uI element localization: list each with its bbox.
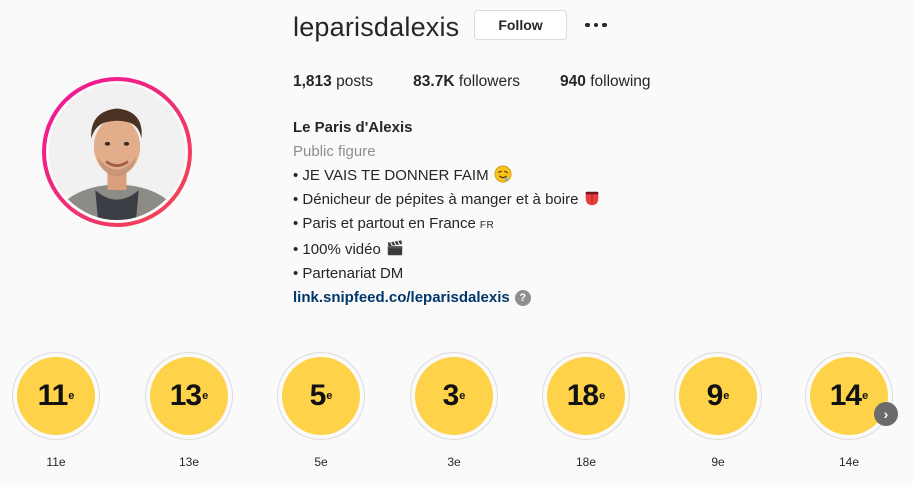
- highlight-item[interactable]: 3e 3e: [409, 352, 499, 469]
- highlight-number: 3: [442, 379, 460, 412]
- dot-icon: [602, 22, 607, 28]
- bio-line-text: • Dénicheur de pépites à manger et à boi…: [293, 191, 579, 208]
- highlight-ring: 11 e: [12, 352, 100, 440]
- highlight-suffix: e: [68, 390, 75, 402]
- highlight-suffix: e: [599, 390, 606, 402]
- france-flag-icon: FR: [479, 220, 495, 231]
- highlight-ring: 3e: [410, 352, 498, 440]
- highlight-number: 14: [829, 379, 862, 412]
- highlight-suffix: e: [326, 390, 333, 402]
- dot-icon: [593, 22, 599, 28]
- bio-line-text: • Paris et partout en France: [293, 215, 476, 232]
- profile-link-text[interactable]: link.snipfeed.co/leparisdalexis: [293, 286, 510, 310]
- highlight-cover: 5e: [282, 357, 360, 435]
- display-name: Le Paris d'Alexis: [293, 119, 413, 136]
- highlight-label: 3e: [447, 455, 461, 469]
- highlight-item[interactable]: 18 e 18e: [541, 352, 631, 469]
- bio: Le Paris d'Alexis Public figure • JE VAI…: [293, 116, 601, 310]
- avatar-frame: [46, 81, 188, 223]
- profile-stats: 1,813 posts 83.7K followers 940 followin…: [293, 73, 691, 91]
- highlight-suffix: e: [862, 390, 869, 402]
- more-options-icon[interactable]: [583, 13, 609, 37]
- bio-line: • JE VAIS TE DONNER FAIM: [293, 164, 601, 188]
- highlight-label: 18e: [575, 455, 597, 469]
- followers-count: 83.7K: [413, 73, 455, 90]
- highlight-number: 13: [169, 379, 202, 412]
- highlight-label: 9e: [711, 455, 725, 469]
- dot-icon: [585, 22, 590, 28]
- highlight-item[interactable]: 13 e 13e: [144, 352, 234, 469]
- following-count: 940: [560, 73, 586, 90]
- bio-line: • Dénicheur de pépites à manger et à boi…: [293, 188, 601, 212]
- highlight-label: 5e: [314, 455, 328, 469]
- story-ring[interactable]: [42, 77, 192, 227]
- avatar-portrait: [49, 84, 185, 220]
- highlight-cover: 13 e: [150, 357, 228, 435]
- bio-line: • 100% vidéo: [293, 238, 601, 262]
- highlight-number: 18: [566, 379, 599, 412]
- highlight-number: 9: [706, 379, 724, 412]
- highlight-cover: 3e: [415, 357, 493, 435]
- highlight-label: 13e: [178, 455, 200, 469]
- follow-button[interactable]: Follow: [474, 10, 567, 40]
- posts-count: 1,813: [293, 73, 332, 90]
- followers-stat[interactable]: 83.7K followers: [413, 73, 520, 91]
- highlight-ring: 9e: [674, 352, 762, 440]
- bio-line: • Paris et partout en France FR: [293, 212, 601, 238]
- highlight-suffix: e: [202, 390, 209, 402]
- highlight-item[interactable]: 5e 5e: [276, 352, 366, 469]
- highlight-item[interactable]: 9e 9e: [673, 352, 763, 469]
- highlight-label: 14e: [838, 455, 860, 469]
- highlight-cover: 14 e: [810, 357, 888, 435]
- profile-link[interactable]: link.snipfeed.co/leparisdalexis?: [293, 286, 531, 310]
- highlight-ring: 18 e: [542, 352, 630, 440]
- clapper-board-icon: [387, 240, 403, 256]
- highlight-cover: 11 e: [17, 357, 95, 435]
- highlight-ring: 14 e: [805, 352, 893, 440]
- highlight-suffix: e: [723, 390, 730, 402]
- highlight-number: 5: [309, 379, 327, 412]
- drooling-face-icon: [494, 165, 512, 183]
- highlight-cover: 9e: [679, 357, 757, 435]
- bio-line-text: • 100% vidéo: [293, 241, 381, 258]
- bio-line-text: • JE VAIS TE DONNER FAIM: [293, 167, 489, 184]
- following-stat[interactable]: 940 following: [560, 73, 651, 91]
- category-label: Public figure: [293, 143, 376, 160]
- highlight-suffix: e: [459, 390, 466, 402]
- following-label: following: [590, 73, 651, 90]
- username: leparisdalexis: [293, 12, 460, 42]
- bio-line: • Partenariat DM: [293, 265, 404, 282]
- story-highlights: 11 e 11e 13 e 13e 5e 5e 3e 3e 18 e 18e 9e 9…: [0, 352, 913, 485]
- highlight-ring: 13 e: [145, 352, 233, 440]
- highlight-label: 11e: [46, 455, 66, 469]
- posts-label: posts: [336, 73, 374, 90]
- avatar[interactable]: [49, 84, 185, 220]
- tongue-icon: [586, 191, 599, 206]
- posts-stat: 1,813 posts: [293, 73, 373, 91]
- highlight-number: 11: [37, 379, 69, 412]
- highlight-ring: 5e: [277, 352, 365, 440]
- help-icon[interactable]: ?: [514, 290, 531, 306]
- highlight-cover: 18 e: [547, 357, 625, 435]
- followers-label: followers: [458, 73, 521, 90]
- highlight-item[interactable]: 11 e 11e: [11, 352, 101, 469]
- chevron-right-icon[interactable]: ›: [874, 402, 898, 426]
